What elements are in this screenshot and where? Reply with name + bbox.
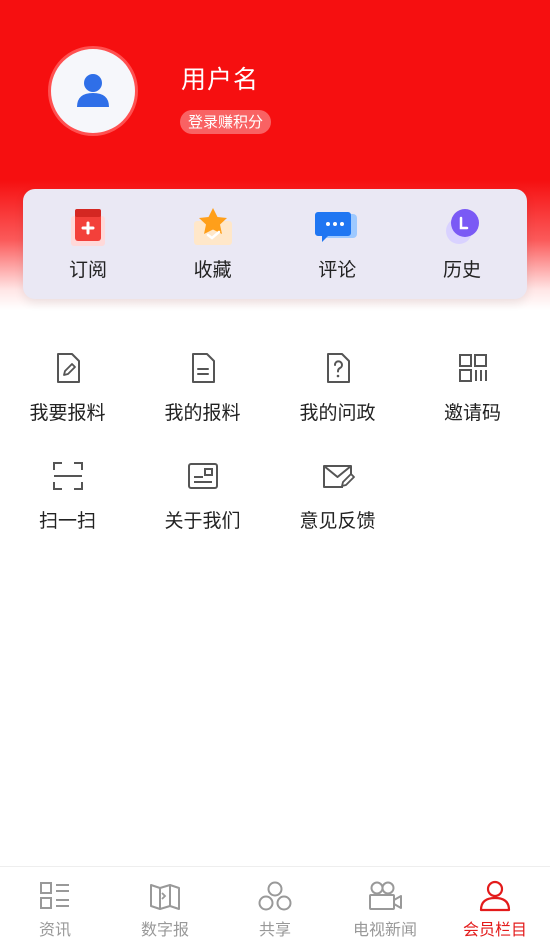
quick-action-label: 订阅 xyxy=(68,259,107,281)
service-label: 我要报料 xyxy=(29,402,106,424)
tab-label: 会员栏目 xyxy=(462,920,527,939)
comment-bubble-icon xyxy=(315,205,359,249)
service-about-us[interactable]: 关于我们 xyxy=(135,458,270,566)
video-camera-icon xyxy=(367,879,403,912)
services-grid: 我要报料 我的报料 我的问政 邀请码 扫一扫 关于我们 意见反馈 xyxy=(0,350,550,566)
tab-digital-paper[interactable]: 数字报 xyxy=(110,867,220,940)
list-icon xyxy=(37,879,73,912)
star-folder-icon xyxy=(191,205,235,249)
service-label: 我的报料 xyxy=(164,402,241,424)
quick-action-label: 收藏 xyxy=(193,259,232,281)
document-icon xyxy=(185,350,221,386)
service-label: 关于我们 xyxy=(164,510,241,532)
quick-action-label: 评论 xyxy=(318,259,357,281)
service-my-tips[interactable]: 我的报料 xyxy=(135,350,270,458)
tab-share[interactable]: 共享 xyxy=(220,867,330,940)
question-document-icon xyxy=(320,350,356,386)
service-invite-code[interactable]: 邀请码 xyxy=(405,350,540,458)
user-avatar-icon xyxy=(77,74,109,107)
avatar[interactable] xyxy=(48,46,138,136)
tab-label: 资讯 xyxy=(38,920,71,939)
tab-label: 电视新闻 xyxy=(352,920,417,939)
tab-label: 数字报 xyxy=(140,920,189,939)
services-row: 扫一扫 关于我们 意见反馈 xyxy=(0,458,550,566)
tab-label: 共享 xyxy=(258,920,291,939)
subscribe-icon xyxy=(66,205,110,249)
login-earn-points-button[interactable]: 登录赚积分 xyxy=(180,110,272,134)
service-label: 扫一扫 xyxy=(38,510,96,532)
feedback-mail-icon xyxy=(320,458,356,494)
tab-tv-news[interactable]: 电视新闻 xyxy=(330,867,440,940)
service-scan[interactable]: 扫一扫 xyxy=(0,458,135,566)
bottom-tab-bar: 资讯 数字报 共享 电视新闻 会员栏目 xyxy=(0,866,550,940)
quick-action-history[interactable]: 历史 xyxy=(417,189,507,299)
quick-action-label: 历史 xyxy=(442,259,481,281)
qr-code-icon xyxy=(455,350,491,386)
share-circles-icon xyxy=(257,879,293,912)
username[interactable]: 用户名 xyxy=(181,60,259,96)
newspaper-icon xyxy=(147,879,183,912)
history-clock-icon xyxy=(440,205,484,249)
service-submit-tip[interactable]: 我要报料 xyxy=(0,350,135,458)
service-label: 意见反馈 xyxy=(299,510,376,532)
service-feedback[interactable]: 意见反馈 xyxy=(270,458,405,566)
quick-action-subscribe[interactable]: 订阅 xyxy=(43,189,133,299)
tab-member[interactable]: 会员栏目 xyxy=(440,867,550,940)
quick-action-favorites[interactable]: 收藏 xyxy=(168,189,258,299)
service-label: 邀请码 xyxy=(443,402,501,424)
tab-news[interactable]: 资讯 xyxy=(0,867,110,940)
about-card-icon xyxy=(185,458,221,494)
service-label: 我的问政 xyxy=(299,402,376,424)
quick-action-comments[interactable]: 评论 xyxy=(292,189,382,299)
edit-document-icon xyxy=(50,350,86,386)
service-my-inquiries[interactable]: 我的问政 xyxy=(270,350,405,458)
user-icon xyxy=(477,879,513,912)
services-row: 我要报料 我的报料 我的问政 邀请码 xyxy=(0,350,550,458)
quick-actions-card: 订阅 收藏 评论 历史 xyxy=(23,189,527,299)
scan-icon xyxy=(50,458,86,494)
